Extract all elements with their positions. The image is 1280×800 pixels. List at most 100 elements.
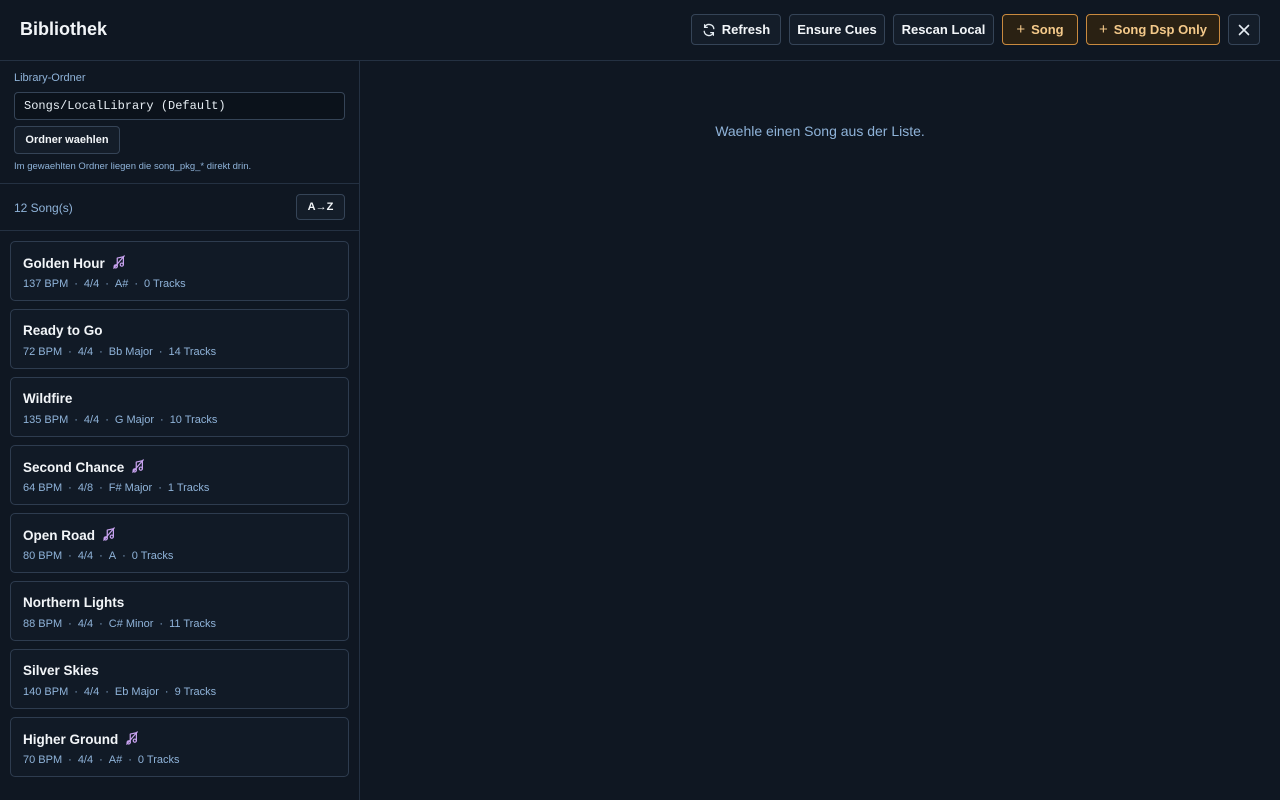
- song-bpm: 137 BPM: [23, 278, 69, 290]
- separator-dot: ·: [99, 618, 103, 630]
- refresh-button-label: Refresh: [721, 22, 771, 37]
- song-key: A#: [114, 278, 129, 290]
- library-folder-field[interactable]: Songs/LocalLibrary (Default): [14, 92, 345, 120]
- song-meta: 80 BPM · 4/4 · A · 0 Tracks: [23, 550, 173, 562]
- song-list-item[interactable]: Wildfire 135 BPM · 4/4 · G Major · 10 Tracks: [10, 377, 349, 437]
- song-title-text: Golden Hour: [23, 256, 105, 271]
- separator-dot: ·: [105, 278, 109, 290]
- song-title: Ready to Go: [23, 323, 103, 338]
- separator-dot: ·: [159, 618, 164, 630]
- song-meter: 4/4: [77, 550, 94, 562]
- song-key: Eb Major: [114, 686, 159, 698]
- song-title-text: Wildfire: [23, 391, 73, 406]
- separator-dot: ·: [134, 278, 139, 290]
- song-count: 12 Song(s): [14, 201, 73, 215]
- song-meter: 4/4: [77, 618, 94, 630]
- song-title: Northern Lights: [23, 595, 124, 610]
- separator-dot: ·: [68, 550, 72, 562]
- close-button[interactable]: [1228, 14, 1260, 45]
- library-sidebar: Library-Ordner Songs/LocalLibrary (Defau…: [0, 61, 360, 800]
- song-meta: 135 BPM · 4/4 · G Major · 10 Tracks: [23, 414, 217, 426]
- rescan-local-button[interactable]: Rescan Local: [893, 14, 994, 45]
- song-bpm: 72 BPM: [23, 346, 63, 358]
- song-key: F# Major: [108, 482, 153, 494]
- song-meta: 64 BPM · 4/8 · F# Major · 1 Tracks: [23, 482, 209, 494]
- separator-dot: ·: [105, 414, 109, 426]
- separator-dot: ·: [122, 550, 126, 562]
- song-meter: 4/8: [77, 482, 94, 494]
- dsp-only-icon: [102, 527, 116, 544]
- sort-button[interactable]: A→Z: [296, 194, 345, 220]
- refresh-button[interactable]: Refresh: [691, 14, 781, 45]
- song-key: A: [108, 550, 117, 562]
- song-title: Higher Ground: [23, 731, 139, 748]
- song-tracks: 0 Tracks: [131, 550, 174, 562]
- separator-dot: ·: [68, 618, 72, 630]
- separator-dot: ·: [158, 482, 162, 494]
- ensure-cues-button[interactable]: Ensure Cues: [789, 14, 885, 45]
- song-meter: 4/4: [83, 414, 100, 426]
- library-folder-label: Library-Ordner: [14, 72, 86, 84]
- song-title: Wildfire: [23, 391, 72, 406]
- song-meter: 4/4: [77, 346, 94, 358]
- song-tracks: 0 Tracks: [144, 278, 186, 290]
- song-bpm: 88 BPM: [23, 618, 63, 630]
- song-list-item[interactable]: Northern Lights 88 BPM · 4/4 · C# Minor · 11 Tr…: [10, 581, 349, 641]
- song-list-item[interactable]: Open Road 80 BPM · 4/4 · A · 0 Tracks: [10, 513, 349, 573]
- separator-dot: ·: [105, 686, 109, 698]
- separator-dot: ·: [74, 414, 78, 426]
- separator-dot: ·: [160, 414, 164, 426]
- add-song-dsp-only-button[interactable]: + Song Dsp Only: [1086, 14, 1220, 45]
- song-meter: 4/4: [83, 686, 100, 698]
- song-meter: 4/4: [83, 278, 100, 290]
- song-list-item[interactable]: Ready to Go 72 BPM · 4/4 · Bb Major · 14 Tracks: [10, 309, 349, 369]
- song-bpm: 80 BPM: [23, 550, 63, 562]
- song-key: Bb Major: [108, 346, 153, 358]
- song-meta: 88 BPM · 4/4 · C# Minor · 11 Tracks: [23, 618, 216, 630]
- separator-dot: ·: [99, 754, 103, 766]
- song-meter: 4/4: [77, 754, 94, 766]
- song-title-text: Silver Skies: [23, 663, 99, 678]
- top-bar: Bibliothek Refresh Ensure Cues Rescan Lo…: [0, 0, 1280, 61]
- rescan-local-label: Rescan Local: [901, 22, 986, 37]
- song-title-text: Second Chance: [23, 460, 125, 475]
- song-tracks: 0 Tracks: [137, 754, 180, 766]
- dsp-only-icon: [125, 731, 139, 748]
- song-bpm: 140 BPM: [23, 686, 69, 698]
- song-key: C# Minor: [108, 618, 154, 630]
- song-list-item[interactable]: Higher Ground 70 BPM · 4/4 · A# · 0 Tracks: [10, 717, 349, 777]
- detail-panel: Waehle einen Song aus der Liste.: [360, 61, 1280, 800]
- song-tracks: 11 Tracks: [169, 618, 216, 630]
- separator-dot: ·: [74, 278, 78, 290]
- song-list-item[interactable]: Second Chance 64 BPM · 4/8 · F# Major · 1 Track…: [10, 445, 349, 505]
- separator-dot: ·: [128, 754, 132, 766]
- song-list-item[interactable]: Silver Skies 140 BPM · 4/4 · Eb Major · 9 Track…: [10, 649, 349, 709]
- separator-dot: ·: [99, 346, 103, 358]
- add-song-label: Song: [1031, 22, 1064, 37]
- plus-icon: +: [1099, 21, 1108, 38]
- close-icon: [1238, 24, 1250, 36]
- add-song-button[interactable]: + Song: [1002, 14, 1078, 45]
- song-title: Second Chance: [23, 459, 145, 476]
- song-key: G Major: [114, 414, 155, 426]
- divider: [0, 230, 359, 231]
- separator-dot: ·: [68, 754, 72, 766]
- separator-dot: ·: [99, 550, 103, 562]
- empty-state-message: Waehle einen Song aus der Liste.: [715, 123, 925, 139]
- song-list: Golden Hour 137 BPM · 4/4 · A# · 0 Tracks Ready …: [10, 241, 349, 785]
- song-tracks: 9 Tracks: [174, 686, 217, 698]
- separator-dot: ·: [68, 482, 72, 494]
- song-title: Open Road: [23, 527, 116, 544]
- choose-folder-button[interactable]: Ordner waehlen: [14, 126, 120, 154]
- song-title: Silver Skies: [23, 663, 99, 678]
- song-bpm: 64 BPM: [23, 482, 63, 494]
- separator-dot: ·: [164, 686, 169, 698]
- folder-hint: Im gewaehlten Ordner liegen die song_pkg…: [14, 161, 252, 172]
- choose-folder-label: Ordner waehlen: [25, 134, 109, 146]
- song-tracks: 10 Tracks: [169, 414, 218, 426]
- song-key: A#: [108, 754, 123, 766]
- sort-label: A→Z: [307, 201, 334, 213]
- separator-dot: ·: [158, 346, 163, 358]
- add-song-dsp-only-label: Song Dsp Only: [1113, 22, 1207, 37]
- song-list-item[interactable]: Golden Hour 137 BPM · 4/4 · A# · 0 Tracks: [10, 241, 349, 301]
